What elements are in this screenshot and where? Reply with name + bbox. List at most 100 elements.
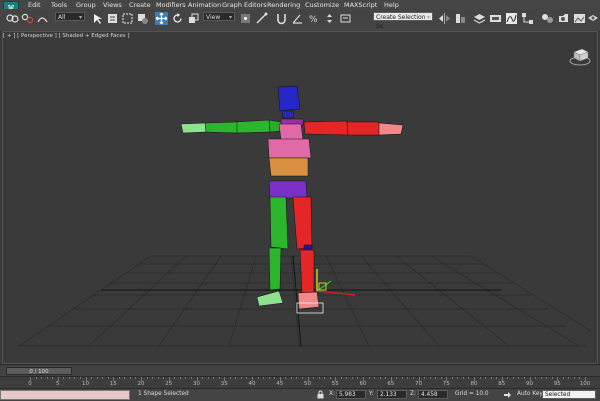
snap-toggle-icon[interactable]: [275, 12, 288, 25]
select-by-name-icon[interactable]: [106, 12, 119, 25]
menu-customize[interactable]: Customize: [305, 1, 339, 9]
window-crossing-icon[interactable]: [136, 12, 149, 25]
render-icon[interactable]: [587, 12, 600, 25]
graphite-ribbon-icon[interactable]: [489, 12, 502, 25]
timeline-tick-label: 60: [359, 381, 367, 387]
timeline-tick-label: 35: [220, 381, 228, 387]
menu-help[interactable]: Help: [384, 1, 399, 9]
spinner-snap-icon[interactable]: [323, 12, 336, 25]
auto-key-button[interactable]: Auto Key: [517, 391, 543, 397]
timeline-tick: [374, 377, 376, 379]
curve-editor-icon[interactable]: [505, 12, 518, 25]
lock-selection-icon[interactable]: [316, 390, 325, 399]
timeline-tick-label: 20: [137, 381, 145, 387]
menu-animation[interactable]: Animation: [188, 1, 221, 9]
timeline-tick: [118, 377, 120, 379]
timeline-tick-label: 5: [56, 381, 60, 387]
select-link-icon[interactable]: [6, 12, 19, 25]
timeline-tick-label: 40: [248, 381, 256, 387]
timeline-tick-label: 15: [109, 381, 117, 387]
timeline-tick: [401, 377, 403, 379]
menu-modifiers[interactable]: Modifiers: [156, 1, 186, 9]
render-setup-icon[interactable]: [557, 12, 570, 25]
rendered-frame-icon[interactable]: [573, 12, 586, 25]
menu-rendering[interactable]: Rendering: [267, 1, 300, 9]
rect-region-icon[interactable]: [121, 12, 134, 25]
timeline-tick: [74, 377, 76, 379]
angle-snap-icon[interactable]: [291, 12, 304, 25]
select-move-icon[interactable]: [155, 12, 168, 25]
key-mode-dropdown[interactable]: Selected: [542, 390, 596, 399]
mirror-icon[interactable]: [438, 12, 451, 25]
svg-text:%: %: [309, 15, 318, 25]
timeline-tick: [351, 377, 353, 379]
x-coord-label: X:: [329, 391, 335, 397]
material-editor-icon[interactable]: [541, 12, 554, 25]
timeline-tick: [179, 377, 181, 379]
reference-coord-dropdown[interactable]: View: [203, 12, 235, 22]
menu-group[interactable]: Group: [76, 1, 96, 9]
unlink-icon[interactable]: [21, 12, 34, 25]
timeline-tick: [435, 377, 437, 379]
timeline-tick: [318, 377, 320, 379]
timeline-tick: [152, 377, 154, 379]
schematic-view-icon[interactable]: [521, 12, 534, 25]
select-scale-icon[interactable]: [187, 12, 200, 25]
timeline-tick: [274, 377, 276, 379]
layer-manager-icon[interactable]: [473, 12, 486, 25]
timeline-tick-label: 90: [526, 381, 533, 387]
menu-tools[interactable]: Tools: [51, 1, 67, 9]
percent-snap-icon[interactable]: %: [307, 12, 320, 25]
biped-left-foot: [256, 290, 284, 307]
perspective-viewport[interactable]: [2, 31, 598, 364]
timeline-tick: [174, 377, 176, 379]
timeline-tick: [507, 377, 509, 379]
status-bar: 1 Shape Selected X: 5.983 Y: 2.133 Z: 4.…: [0, 388, 600, 401]
timeline-tick: [573, 377, 575, 379]
viewport-label[interactable]: [ + ] [ Perspective ] [ Shaded + Edged F…: [3, 33, 130, 39]
edit-named-sel-icon[interactable]: [339, 12, 352, 25]
timeline-tick: [235, 377, 237, 379]
y-coord-label: Y:: [369, 391, 374, 397]
timeline-tick: [218, 377, 220, 379]
biped-left-thigh: [269, 196, 289, 250]
timeline-tick: [290, 377, 292, 379]
timeline-tick: [257, 377, 259, 379]
menu-maxscript[interactable]: MAXScript: [344, 1, 377, 9]
timeline-tick: [185, 377, 187, 379]
timeline-tick-label: 0: [28, 381, 32, 387]
maxscript-listener[interactable]: [0, 390, 130, 400]
menu-graph-editors[interactable]: Graph Editors: [222, 1, 267, 9]
time-slider[interactable]: 0 / 100: [6, 367, 72, 375]
z-coord-field[interactable]: 4.458: [418, 390, 448, 399]
x-coord-field[interactable]: 5.983: [336, 390, 366, 399]
biped-head: [277, 85, 301, 112]
timeline-tick: [285, 377, 287, 379]
select-rotate-icon[interactable]: [171, 12, 184, 25]
select-object-icon[interactable]: [91, 12, 104, 25]
timeline-tick: [396, 377, 398, 379]
selection-filter-dropdown[interactable]: All: [55, 12, 85, 22]
timeline-tick-label: 70: [415, 381, 422, 387]
manipulate-icon[interactable]: [255, 12, 268, 25]
timeline-tick: [301, 377, 303, 379]
timeline-tick: [496, 377, 498, 379]
grid-readout: Grid = 10.0: [455, 391, 489, 397]
set-key-icon[interactable]: [503, 390, 512, 399]
biped-spine-1: [268, 157, 309, 177]
y-coord-field[interactable]: 2.133: [377, 390, 407, 399]
timeline-tick: [229, 377, 231, 379]
named-selection-dropdown[interactable]: Create Selection Se: [373, 12, 433, 30]
timeline-tick: [129, 377, 131, 379]
menu-views[interactable]: Views: [103, 1, 122, 9]
menu-edit[interactable]: Edit: [28, 1, 41, 9]
viewcube-icon[interactable]: [569, 46, 591, 68]
timeline-tick: [579, 377, 581, 379]
timeline-tick: [124, 377, 126, 379]
pivot-icon[interactable]: [239, 12, 252, 25]
bind-space-warp-icon[interactable]: [36, 12, 49, 25]
align-icon[interactable]: [454, 12, 467, 25]
menu-create[interactable]: Create: [129, 1, 151, 9]
timeline-tick: [68, 377, 70, 379]
timeline-tick: [107, 377, 109, 379]
